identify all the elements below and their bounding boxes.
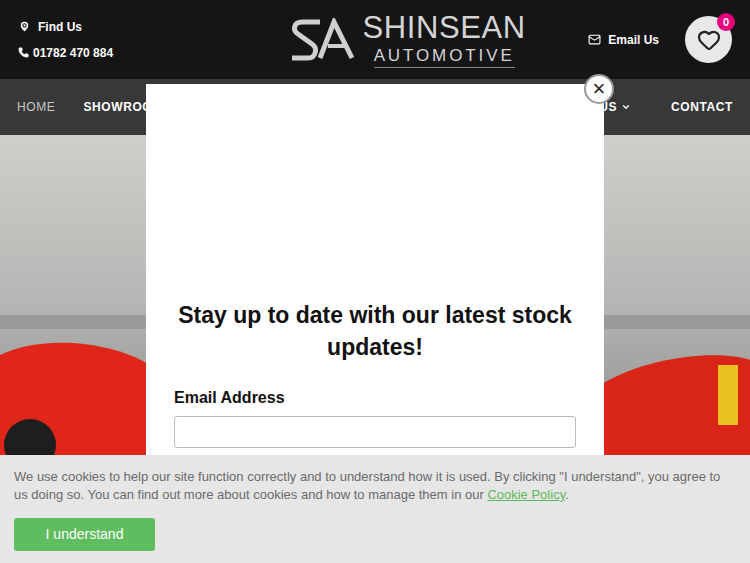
header-actions: Email Us 0: [588, 16, 732, 63]
email-label: Email Address: [174, 386, 576, 410]
newsletter-modal: ×Stay up to date with our latest stock u…: [146, 84, 604, 484]
phone-link[interactable]: 01782 470 884: [18, 44, 168, 62]
basket-count-badge: 0: [717, 13, 735, 31]
cookie-bar: We use cookies to help our site function…: [0, 455, 750, 563]
chevron-down-icon: [621, 102, 631, 112]
nav-item[interactable]: HOME: [17, 98, 55, 116]
email-input[interactable]: [174, 416, 576, 448]
basket-button[interactable]: 0: [685, 16, 732, 63]
cookie-text: We use cookies to help our site function…: [14, 468, 736, 504]
map-pin-icon: [18, 20, 31, 33]
header: Find Us 01782 470 884 SHINSEAN AUTOMOTIVE Em…: [0, 0, 750, 79]
email-link[interactable]: Email Us: [588, 31, 659, 49]
close-button[interactable]: ×: [584, 74, 614, 104]
modal-heading: Stay up to date with our latest stock up…: [174, 299, 576, 363]
logo[interactable]: SHINSEAN AUTOMOTIVE: [290, 12, 525, 68]
find-us-link[interactable]: Find Us: [18, 18, 168, 36]
accept-cookies-button[interactable]: I understand: [14, 518, 155, 551]
nav-item[interactable]: CONTACT: [671, 98, 733, 116]
phone-icon: [18, 47, 29, 58]
cookie-policy-link[interactable]: Cookie Policy: [487, 487, 565, 502]
envelope-icon: [588, 33, 601, 46]
contact-info: Find Us 01782 470 884: [18, 18, 168, 62]
logo-mark-icon: [290, 18, 354, 62]
nav-item[interactable]: SHOWROO: [83, 98, 152, 116]
logo-subtitle: AUTOMOTIVE: [374, 47, 515, 68]
heart-icon: [697, 28, 721, 52]
logo-title: SHINSEAN: [362, 12, 525, 43]
page: Find Us 01782 470 884 SHINSEAN AUTOMOTIVE Em…: [0, 0, 750, 563]
